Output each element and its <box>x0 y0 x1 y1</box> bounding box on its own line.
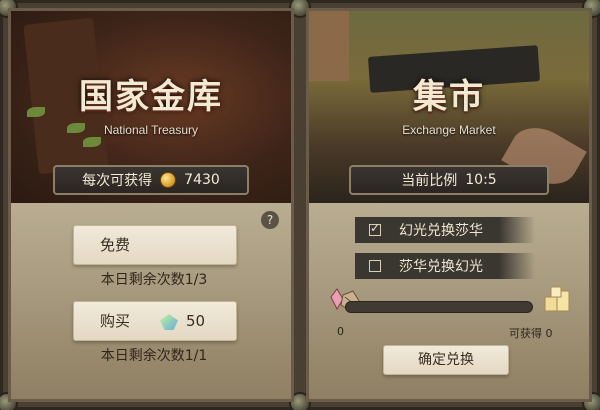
treasury-panel: 国家金库 National Treasury 每次可获得 7430 ? 免费 本… <box>8 8 294 402</box>
per-time-value: 7430 <box>184 172 220 188</box>
leaf-decoration <box>83 137 101 147</box>
buy-button[interactable]: 购买 50 <box>73 301 237 341</box>
free-button-label: 免费 <box>100 236 131 254</box>
treasury-title: 国家金库 <box>79 77 223 117</box>
ratio-label: 当前比例 <box>401 173 458 189</box>
obtainable-text: 可获得 0 <box>509 327 553 340</box>
option-light-to-sha-label: 幻光兑换莎华 <box>399 223 483 239</box>
treasury-banner: 国家金库 National Treasury 每次可获得 7430 <box>11 11 291 203</box>
per-time-label: 每次可获得 <box>82 173 153 189</box>
exchange-slider[interactable] <box>345 301 533 313</box>
confirm-exchange-button[interactable]: 确定兑换 <box>383 345 509 375</box>
gold-bars-icon <box>544 286 570 312</box>
buy-cost-value: 50 <box>186 312 206 330</box>
treasury-subtitle: National Treasury <box>103 123 199 137</box>
market-banner: 集市 Exchange Market 当前比例 10:5 <box>309 11 589 203</box>
per-time-plate: 每次可获得 7430 <box>53 165 249 195</box>
checkbox-checked-icon[interactable] <box>369 221 381 236</box>
checkbox-unchecked-icon[interactable] <box>369 260 381 272</box>
market-actions: 幻光兑换莎华 莎华兑换幻光 0 可获得 0 确定兑换 <box>309 203 589 399</box>
ratio-plate: 当前比例 10:5 <box>349 165 549 195</box>
help-icon[interactable]: ? <box>261 211 279 229</box>
free-remaining-text: 本日剩余次数1/3 <box>100 272 208 288</box>
option-light-to-sha[interactable]: 幻光兑换莎华 <box>355 217 535 243</box>
free-claim-button[interactable]: 免费 <box>73 225 237 265</box>
market-subtitle: Exchange Market <box>402 123 496 137</box>
market-title: 集市 <box>413 77 485 117</box>
buy-remaining-text: 本日剩余次数1/1 <box>100 348 208 364</box>
slider-current-value: 0 <box>337 325 344 338</box>
buy-button-label: 购买 <box>100 312 131 330</box>
treasury-actions: ? 免费 本日剩余次数1/3 购买 50 本日剩余次数1/1 <box>11 203 291 399</box>
option-sha-to-light[interactable]: 莎华兑换幻光 <box>355 253 535 279</box>
option-sha-to-light-label: 莎华兑换幻光 <box>399 259 483 275</box>
ratio-value: 10:5 <box>465 172 497 188</box>
gold-coin-icon <box>160 172 177 188</box>
market-panel: 集市 Exchange Market 当前比例 10:5 幻光兑换莎华 莎华兑换… <box>306 8 592 402</box>
confirm-exchange-label: 确定兑换 <box>418 352 474 368</box>
gem-icon <box>160 314 178 330</box>
